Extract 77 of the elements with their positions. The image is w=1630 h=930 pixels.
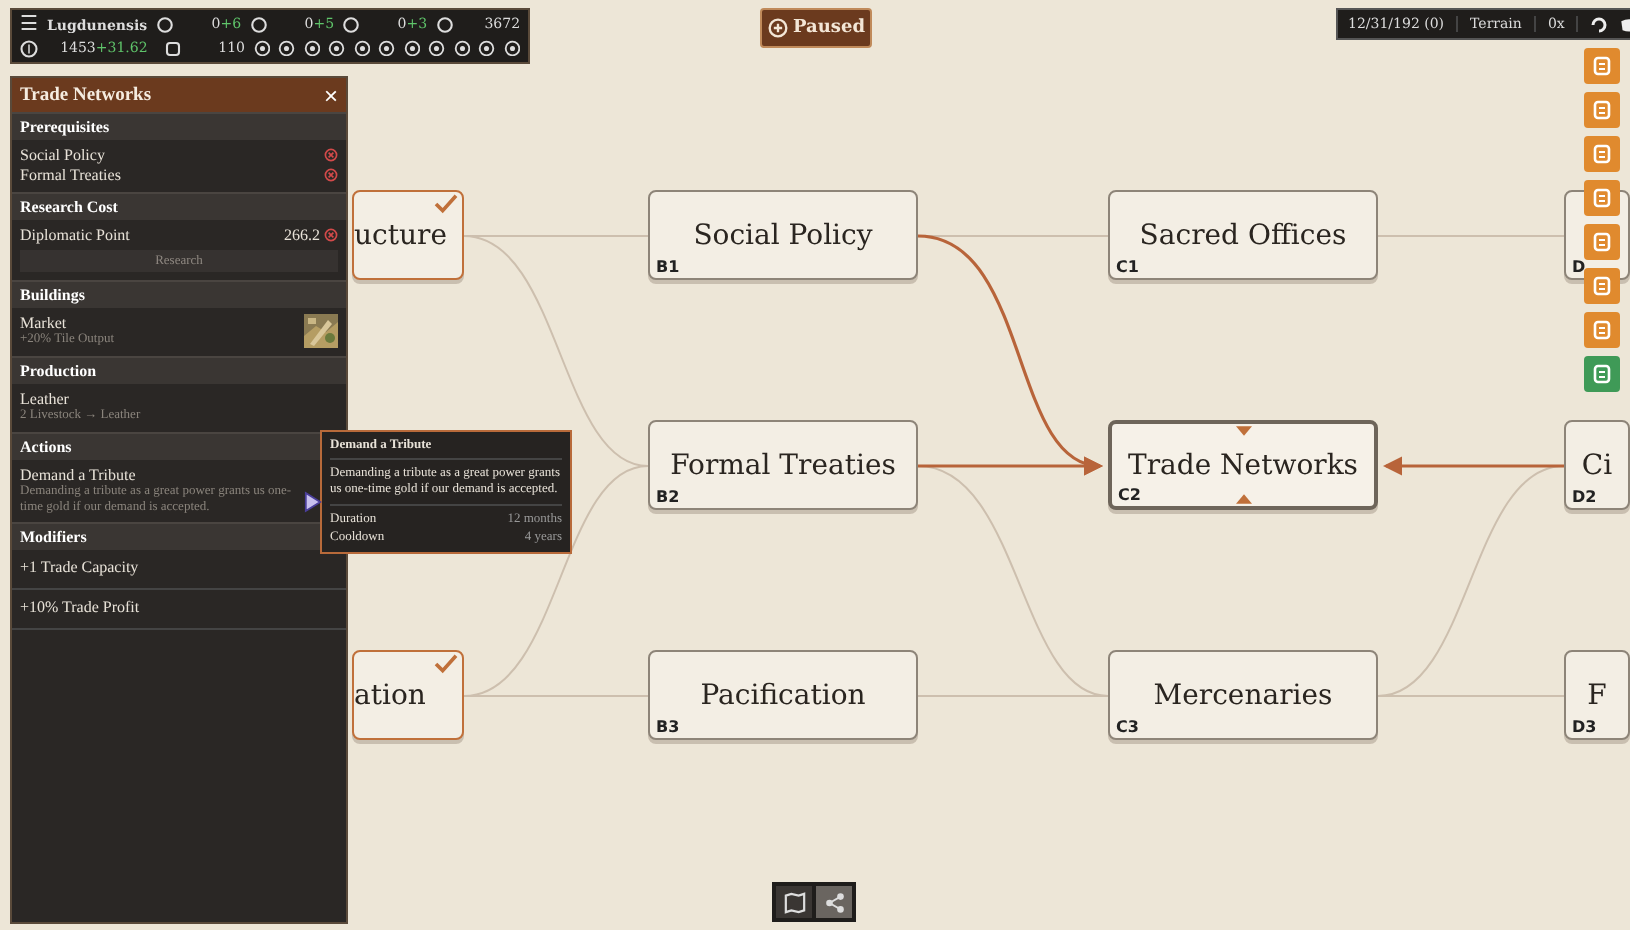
tech-name: Formal Treaties	[670, 449, 896, 481]
scroll-icon	[1590, 98, 1614, 122]
scroll-icon	[1590, 142, 1614, 166]
cost-amount: 266.2	[284, 226, 320, 244]
scroll-icon	[1590, 186, 1614, 210]
tech-code: B2	[656, 488, 680, 506]
scroll-icon	[1590, 230, 1614, 254]
triangle-icon	[1235, 426, 1251, 436]
triangle-icon	[1235, 494, 1251, 504]
tech-name: ucture	[354, 219, 447, 251]
tech-name: Social Policy	[693, 219, 873, 251]
tech-name: Sacred Offices	[1139, 219, 1347, 251]
tech-code: C2	[1118, 486, 1141, 504]
sidebar-button[interactable]	[1584, 224, 1620, 260]
tech-node[interactable]: Sacred Offices C1	[1108, 190, 1378, 280]
tech-node[interactable]: Social Policy B1	[648, 190, 918, 280]
checkmark-icon	[434, 654, 458, 674]
plus-icon	[767, 18, 787, 38]
tech-code: C3	[1116, 718, 1139, 736]
sidebar-button[interactable]	[1584, 312, 1620, 348]
scroll-icon	[1590, 54, 1614, 78]
tech-code: C1	[1116, 258, 1139, 276]
section-title: Production	[20, 362, 97, 380]
prerequisite-name: Social Policy	[20, 146, 105, 164]
tech-node[interactable]: ucture	[352, 190, 464, 280]
map-view-button[interactable]	[776, 886, 812, 918]
tech-code: D2	[1572, 488, 1597, 506]
menu-icon[interactable]: ☰	[20, 15, 38, 33]
building-name: Market	[20, 314, 69, 333]
stat-icon	[249, 15, 268, 33]
sidebar-button[interactable]	[1584, 92, 1620, 128]
swirl-icon[interactable]	[1590, 15, 1609, 33]
tech-node[interactable]: Pacification B3	[648, 650, 918, 740]
tech-name: ation	[354, 679, 426, 711]
scroll-icon	[1590, 318, 1614, 342]
share-icon	[823, 891, 845, 913]
checkmark-icon	[434, 194, 458, 214]
tech-node[interactable]: Formal Treaties B2	[648, 420, 918, 510]
prerequisite-name: Formal Treaties	[20, 166, 121, 184]
tech-name: Ci	[1581, 449, 1613, 481]
modifier-text: +1 Trade Capacity	[20, 558, 139, 577]
map-icon	[783, 891, 805, 913]
cost-resource: Diplomatic Point	[20, 226, 130, 244]
tree-view-button[interactable]	[816, 886, 852, 918]
tech-node[interactable]: Trade Networks C2	[1108, 420, 1378, 510]
sidebar-button[interactable]	[1584, 48, 1620, 84]
panel-title: Trade Networks	[20, 85, 152, 105]
modifier-text: +10% Trade Profit	[20, 598, 140, 617]
tech-name: Mercenaries	[1153, 679, 1333, 711]
tech-name: Trade Networks	[1127, 449, 1358, 481]
scroll-icon	[1590, 274, 1614, 298]
sidebar-button[interactable]	[1584, 136, 1620, 172]
tech-node[interactable]: Mercenaries C3	[1108, 650, 1378, 740]
tech-name: Pacification	[700, 679, 866, 711]
stat-icon	[435, 15, 454, 33]
stat-icon	[342, 15, 361, 33]
sidebar-button[interactable]	[1584, 356, 1620, 392]
scroll-icon	[1590, 362, 1614, 386]
tech-code: B1	[656, 258, 680, 276]
section-title: Modifiers	[20, 528, 87, 547]
pause-button[interactable]: Paused	[760, 8, 872, 48]
tech-code: D3	[1572, 718, 1597, 736]
section-title: Research Cost	[20, 198, 118, 216]
tech-node[interactable]: ation	[352, 650, 464, 740]
coin-icon	[20, 39, 38, 57]
tech-name: F	[1587, 679, 1607, 711]
section-title: Prerequisites	[20, 118, 110, 136]
tech-node[interactable]: Ci D2	[1564, 420, 1630, 510]
tech-code: D	[1572, 258, 1586, 276]
product-name: Leather	[20, 390, 71, 408]
tech-code: B3	[656, 718, 680, 736]
section-title: Actions	[20, 437, 72, 456]
sidebar-button[interactable]	[1584, 268, 1620, 304]
sidebar-button[interactable]	[1584, 180, 1620, 216]
section-title: Buildings	[20, 286, 85, 304]
tech-node[interactable]: F D3	[1564, 650, 1630, 740]
close-button[interactable]: ×	[323, 83, 338, 107]
